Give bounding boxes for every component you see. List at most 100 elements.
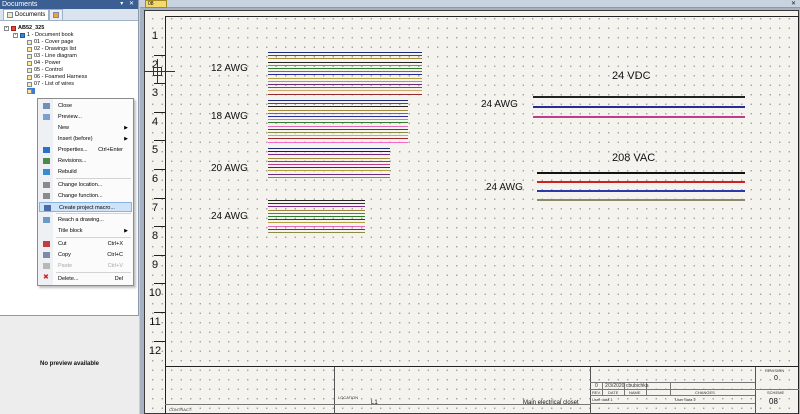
tb-divider	[334, 367, 335, 414]
menu-item-properties[interactable]: Properties... Ctrl+Enter	[39, 145, 132, 155]
wire[interactable]	[268, 228, 365, 230]
wire[interactable]	[268, 212, 365, 214]
menu-item-title-block[interactable]: Title block ▶	[39, 226, 132, 236]
wire[interactable]	[268, 116, 408, 117]
wire[interactable]	[268, 64, 422, 66]
wire[interactable]	[268, 77, 422, 79]
dc-wire[interactable]	[533, 96, 745, 98]
wire[interactable]	[268, 138, 408, 140]
menu-item-close[interactable]: Close	[39, 101, 132, 111]
ac-wire[interactable]	[537, 172, 745, 174]
wire[interactable]	[268, 61, 422, 63]
ac-wire[interactable]	[537, 190, 745, 192]
wire[interactable]	[268, 68, 422, 69]
menu-item-preview[interactable]: Preview...	[39, 112, 132, 122]
close-icon[interactable]: ✕	[791, 0, 796, 8]
collapse-icon[interactable]: -	[4, 25, 9, 31]
wire[interactable]	[268, 164, 390, 165]
menu-item-delete[interactable]: ✖ Delete... Del	[39, 274, 132, 284]
wire[interactable]	[268, 103, 408, 105]
wire[interactable]	[268, 206, 365, 208]
menu-item-change-location[interactable]: Change location...	[39, 180, 132, 190]
panel-title: Documents	[2, 1, 38, 8]
wire[interactable]	[268, 219, 365, 221]
menu-item-paste[interactable]: Paste Ctrl+V	[39, 261, 132, 271]
wire[interactable]	[268, 122, 408, 124]
wire[interactable]	[268, 167, 390, 169]
wire[interactable]	[268, 90, 422, 92]
wire[interactable]	[268, 216, 365, 217]
wire[interactable]	[268, 225, 365, 227]
tree-book[interactable]: - 1 - Document book	[13, 32, 73, 38]
wire[interactable]	[268, 93, 422, 95]
row-divider	[154, 197, 165, 199]
menu-item-revisions[interactable]: Revisions...	[39, 156, 132, 166]
wire[interactable]	[268, 84, 422, 85]
tree-item[interactable]: 06 - Foamed Harness	[27, 74, 87, 80]
tree-item[interactable]: 03 - Line diagram	[27, 53, 77, 59]
wire[interactable]	[268, 58, 422, 60]
wire[interactable]	[268, 209, 365, 211]
ac-wire[interactable]	[537, 181, 745, 183]
wire[interactable]	[268, 141, 408, 143]
macro-icon	[44, 205, 51, 211]
dc-wire[interactable]	[533, 106, 745, 108]
wire[interactable]	[268, 112, 408, 114]
wire[interactable]	[268, 106, 408, 108]
wire[interactable]	[268, 176, 390, 178]
menu-item-new[interactable]: New ▶	[39, 123, 132, 133]
menu-item-copy[interactable]: Copy Ctrl+C	[39, 250, 132, 260]
wire[interactable]	[268, 109, 408, 111]
drawing-canvas[interactable]: 1 2 3 4 5 6 7 8 9 10 11 12 12 AWG 18 AWG 20 AWG 24 AWG…	[140, 8, 800, 414]
wire[interactable]	[268, 80, 422, 82]
wire[interactable]	[268, 87, 422, 89]
tree-item[interactable]: 02 - Drawings list	[27, 46, 76, 52]
menu-item-reach-a-drawing[interactable]: Reach a drawing...	[39, 215, 132, 225]
wire[interactable]	[268, 119, 408, 121]
tree-item[interactable]: 05 - Control	[27, 67, 63, 73]
wire[interactable]	[268, 151, 390, 153]
wire[interactable]	[268, 71, 422, 73]
wire[interactable]	[268, 160, 390, 162]
tab-drawing-08[interactable]: 08	[145, 0, 167, 8]
collapse-icon[interactable]: -	[13, 32, 18, 38]
wire[interactable]	[268, 157, 390, 159]
wire[interactable]	[268, 154, 390, 156]
panel-window-controls[interactable]: ▾ ✕	[120, 0, 138, 9]
drawing-sheet[interactable]: 1 2 3 4 5 6 7 8 9 10 11 12 12 AWG 18 AWG 20 AWG 24 AWG…	[144, 10, 799, 414]
wire[interactable]	[268, 203, 365, 205]
wire[interactable]	[268, 232, 365, 233]
wire[interactable]	[268, 100, 408, 101]
menu-item-change-function[interactable]: Change function...	[39, 191, 132, 201]
wire[interactable]	[268, 173, 390, 175]
wire[interactable]	[268, 125, 408, 127]
wire[interactable]	[268, 135, 408, 137]
menu-item-rebuild[interactable]: Rebuild	[39, 167, 132, 177]
tab-components[interactable]	[49, 9, 64, 20]
menu-item-insert-before[interactable]: Insert (before) ▶	[39, 134, 132, 144]
ac-wire[interactable]	[537, 199, 745, 201]
menu-item-create-project-macro[interactable]: Create project macro...	[39, 202, 132, 212]
wire[interactable]	[268, 52, 422, 53]
wire[interactable]	[268, 55, 422, 57]
wire[interactable]	[268, 170, 390, 172]
tree-item-selected[interactable]	[27, 88, 35, 94]
wire[interactable]	[268, 74, 422, 76]
tree-item[interactable]: 01 - Cover page	[27, 39, 73, 45]
tab-documents[interactable]: Documents	[3, 9, 50, 20]
wire[interactable]	[268, 222, 365, 224]
menu-separator	[56, 272, 131, 273]
tb-line	[590, 395, 755, 396]
menu-item-cut[interactable]: Cut Ctrl+X	[39, 239, 132, 249]
tree-root[interactable]: - AB52_325	[4, 25, 44, 31]
dc-wire[interactable]	[533, 116, 745, 118]
tree-item[interactable]: 04 - Power	[27, 60, 61, 66]
tree-item-label: 06 - Foamed Harness	[34, 74, 88, 80]
tree-item[interactable]: 07 - List of wires	[27, 81, 74, 87]
wire[interactable]	[268, 128, 408, 130]
wire[interactable]	[268, 132, 408, 133]
wire[interactable]	[268, 148, 390, 149]
name-cell: cbubichka	[626, 383, 649, 389]
wire[interactable]	[268, 200, 365, 201]
document-tab-bar: 08 ✕	[140, 0, 800, 8]
